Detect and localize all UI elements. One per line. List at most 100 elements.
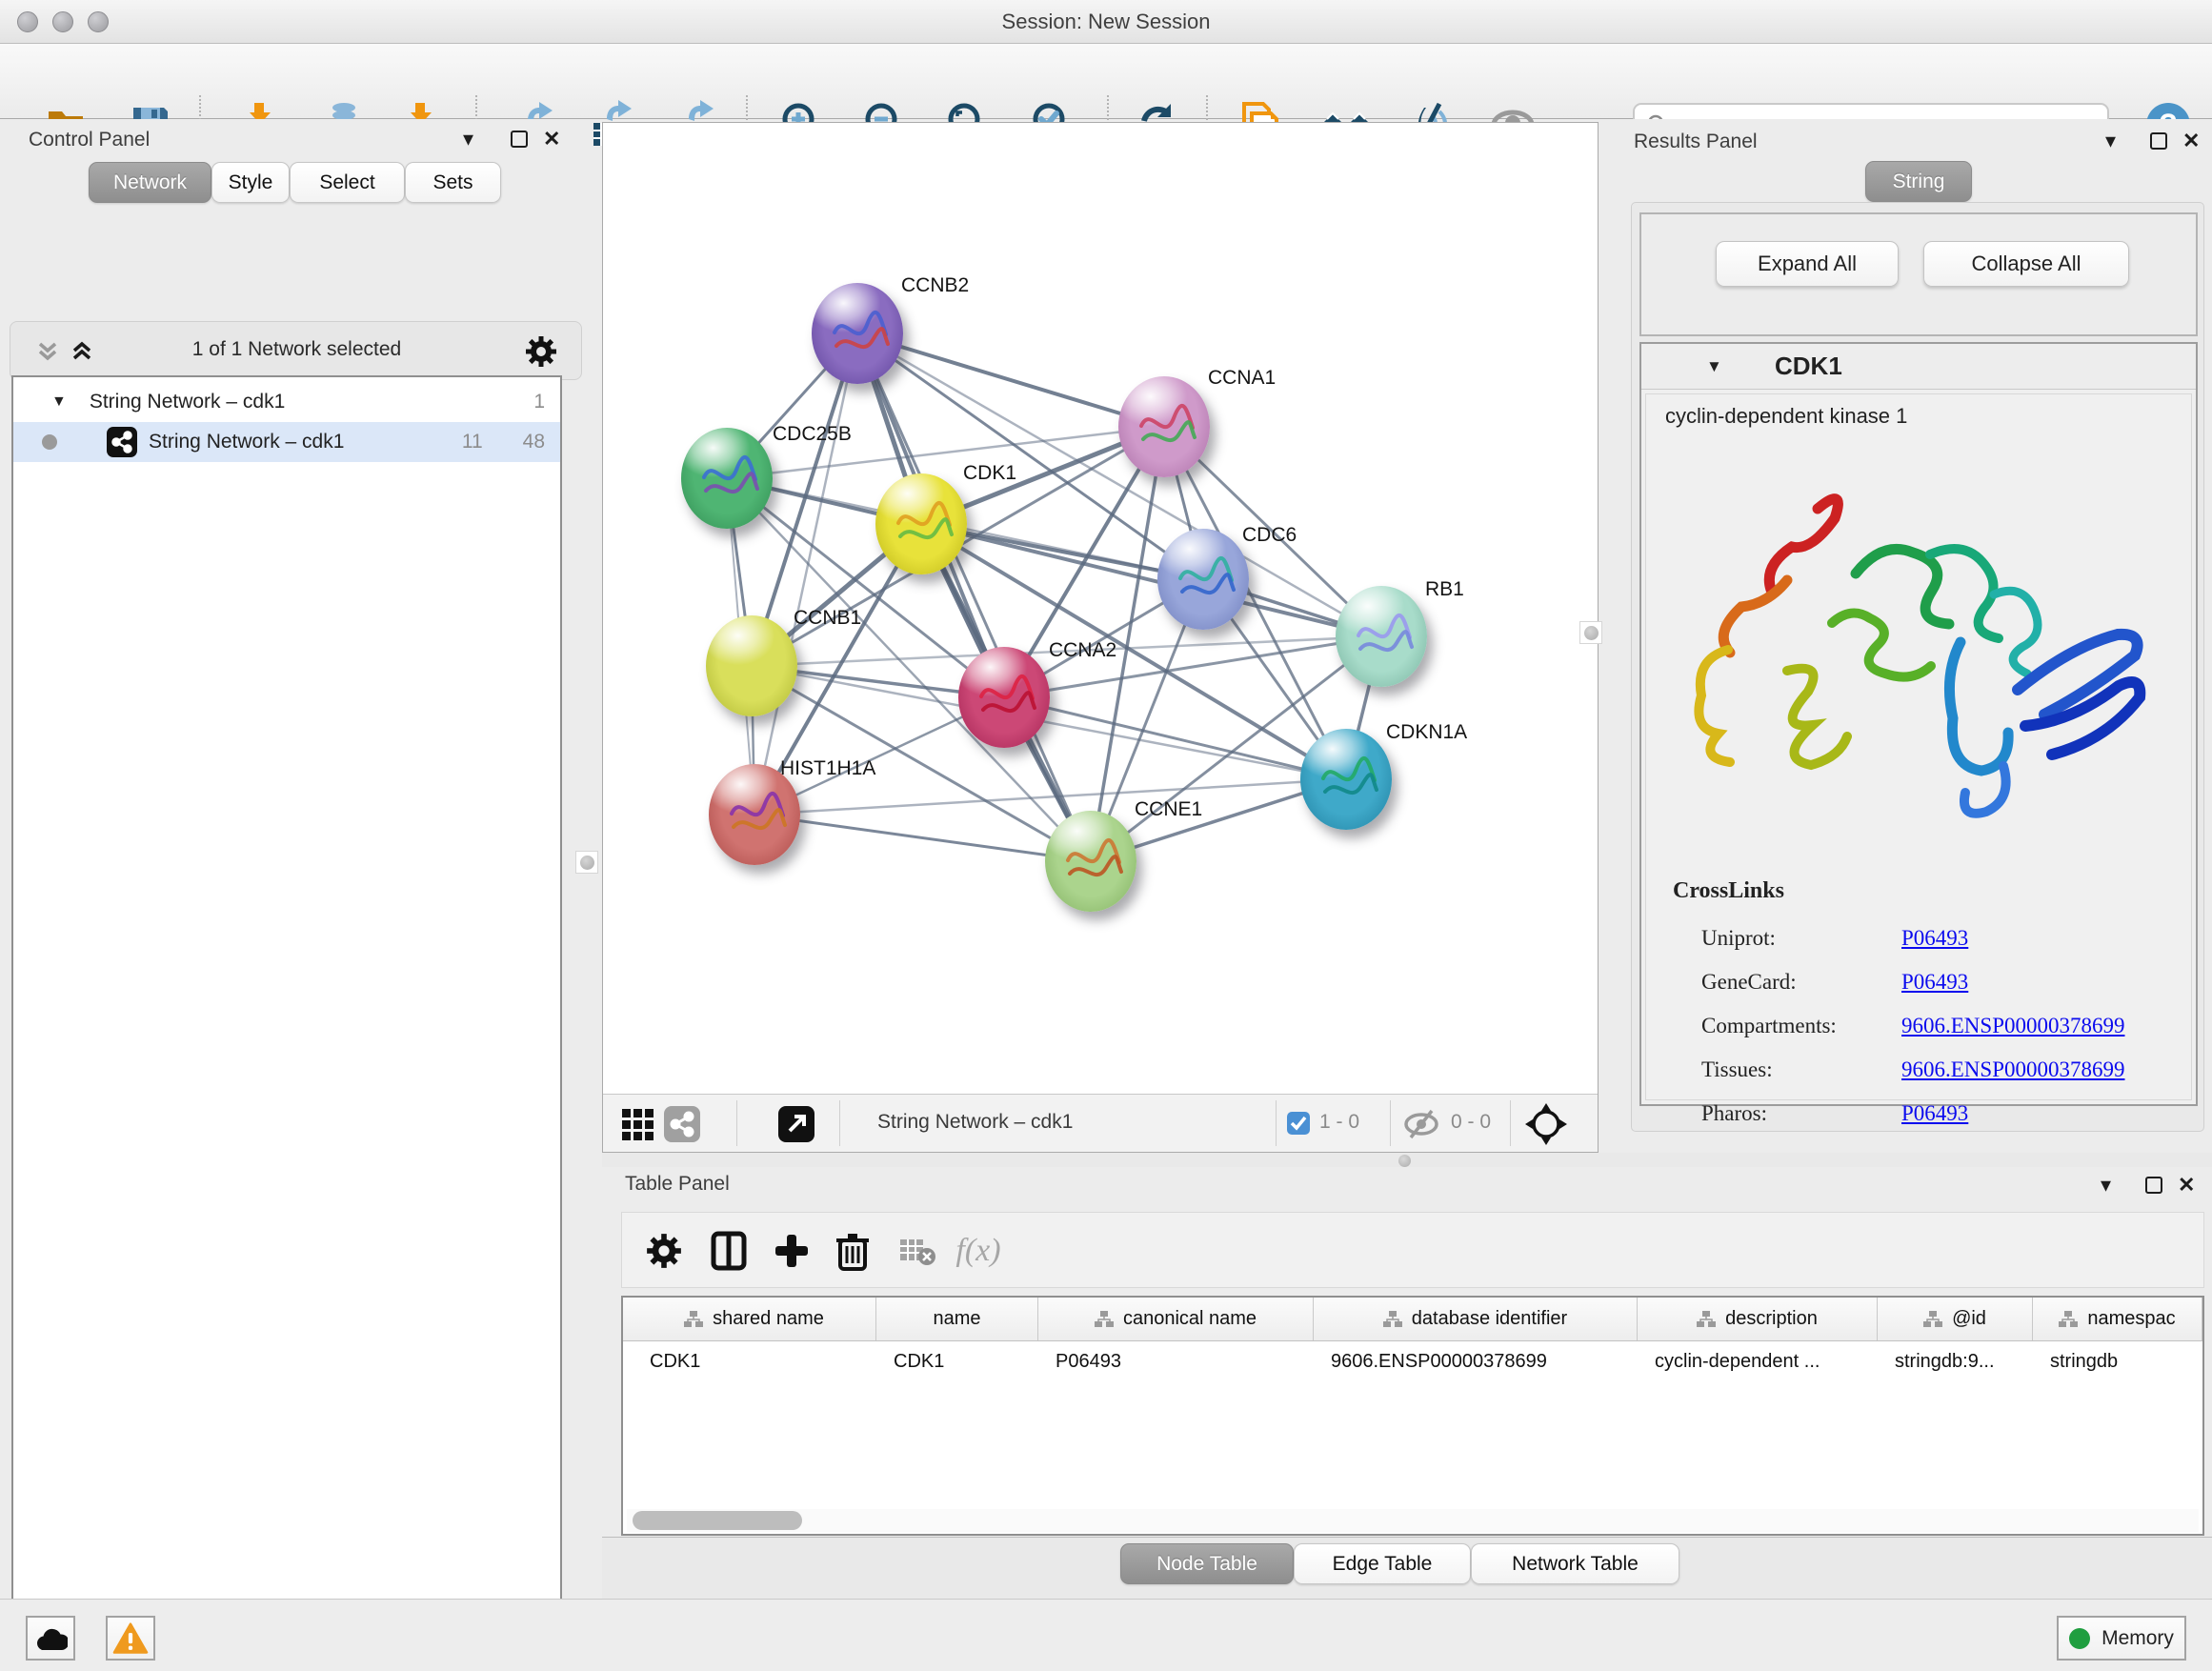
horizontal-scrollbar-thumb[interactable] [633,1511,802,1530]
tab-edge-table[interactable]: Edge Table [1294,1543,1471,1584]
column-header-database-identifier[interactable]: database identifier [1314,1298,1638,1340]
right-splitter-grip[interactable] [1579,621,1602,644]
network-node-cdkn1a[interactable] [1300,729,1392,830]
hidden-count-badge: 0 - 0 [1451,1111,1491,1134]
detach-view-icon[interactable] [778,1106,814,1142]
table-cell[interactable]: 9606.ENSP00000378699 [1314,1341,1638,1381]
panel-close-icon[interactable]: ✕ [2178,1173,2195,1198]
network-collection-row[interactable]: ▼ String Network – cdk1 1 [13,382,560,422]
gene-collapse-icon[interactable]: ▼ [1706,357,1722,376]
table-cell[interactable]: P06493 [1038,1341,1314,1381]
table-cell[interactable]: cyclin-dependent ... [1638,1341,1878,1381]
left-splitter-grip[interactable] [575,851,598,874]
crosslink-value[interactable]: P06493 [1901,1101,1968,1126]
delete-column-icon[interactable] [828,1226,877,1276]
column-type-icon [1923,1311,1942,1328]
toolbar-divider [839,1100,840,1146]
crosslink-label: Compartments: [1701,1014,1901,1038]
crosshair-icon[interactable] [1523,1101,1569,1147]
tab-string[interactable]: String [1865,161,1972,202]
table-cell[interactable]: stringdb:9... [1878,1341,2033,1381]
panel-collapse-icon[interactable]: ▾ [2101,1173,2111,1198]
network-options-gear-icon[interactable] [525,335,557,368]
warning-icon [112,1622,149,1655]
network-node-ccnb1[interactable] [706,615,797,716]
crosslink-label: GeneCard: [1701,970,1901,995]
show-columns-icon[interactable] [704,1226,754,1276]
tab-select[interactable]: Select [290,162,405,203]
horizontal-splitter[interactable] [602,1153,2212,1167]
crosslink-value[interactable]: P06493 [1901,970,1968,995]
tab-sets[interactable]: Sets [405,162,501,203]
network-node-cdc6[interactable] [1157,529,1249,630]
add-column-icon[interactable] [767,1226,816,1276]
share-view-icon[interactable] [664,1106,700,1142]
memory-status-dot [2069,1628,2090,1649]
gene-header-row[interactable]: ▼ CDK1 [1641,344,2196,390]
crosslink-value[interactable]: 9606.ENSP00000378699 [1901,1014,2125,1038]
warning-button[interactable] [106,1616,155,1661]
node-label-ccna2: CCNA2 [1049,639,1116,662]
cloud-icon [33,1625,68,1652]
column-header--id[interactable]: @id [1878,1298,2033,1340]
gene-description: cyclin-dependent kinase 1 [1665,404,1907,429]
network-canvas[interactable]: CCNB2CCNA1CDC25BCDK1CDC6RB1CCNB1CCNA2CDK… [603,123,1598,1094]
panel-collapse-icon[interactable]: ▾ [2105,129,2116,153]
network-node-ccna2[interactable] [958,647,1050,748]
expand-all-button[interactable]: Expand All [1716,241,1899,287]
crosslink-value[interactable]: P06493 [1901,926,1968,951]
tab-node-table[interactable]: Node Table [1120,1543,1294,1584]
toolbar-divider [1510,1100,1511,1146]
collapse-all-button[interactable]: Collapse All [1923,241,2129,287]
node-label-cdc6: CDC6 [1242,524,1297,547]
column-header-canonical-name[interactable]: canonical name [1038,1298,1314,1340]
selected-checkbox-icon[interactable] [1287,1112,1310,1135]
column-type-icon [1095,1311,1114,1328]
node-label-cdc25b: CDC25B [773,423,852,446]
column-header-name[interactable]: name [876,1298,1038,1340]
grid-view-icon[interactable] [620,1107,654,1141]
selected-count-badge: 1 - 0 [1319,1111,1359,1134]
tab-network-table[interactable]: Network Table [1471,1543,1679,1584]
node-label-ccnb1: CCNB1 [794,607,861,630]
network-node-ccna1[interactable] [1118,376,1210,477]
crosslinks-list: Uniprot:P06493GeneCard:P06493Compartment… [1701,916,2178,1136]
network-node-rb1[interactable] [1336,586,1427,687]
table-cell[interactable]: stringdb [2033,1341,2202,1381]
function-builder-icon[interactable]: f(x) [954,1226,1003,1276]
table-header-row: shared namenamecanonical namedatabase id… [623,1298,2202,1341]
network-node-cdc25b[interactable] [681,428,773,529]
column-header-shared-name[interactable]: shared name [633,1298,876,1340]
table-settings-gear-icon[interactable] [639,1226,689,1276]
network-node-ccnb2[interactable] [812,283,903,384]
network-row[interactable]: String Network – cdk1 11 48 [13,422,560,462]
panel-close-icon[interactable]: ✕ [2182,129,2200,153]
network-view-toolbar: String Network – cdk1 1 - 0 0 - 0 [603,1094,1598,1152]
horizontal-splitter-grip[interactable] [1398,1155,1411,1167]
panel-close-icon[interactable]: ✕ [543,127,560,151]
column-header-description[interactable]: description [1638,1298,1878,1340]
node-label-hist1h1a: HIST1H1A [780,757,875,780]
tree-expand-icon[interactable]: ▼ [51,393,67,411]
panel-float-icon[interactable] [2145,1177,2162,1194]
column-header-namespac[interactable]: namespac [2033,1298,2202,1340]
tab-network[interactable]: Network [89,162,211,203]
protein-ribbon-thumbnail [1118,376,1210,477]
table-cell[interactable]: CDK1 [876,1341,1038,1381]
network-node-ccne1[interactable] [1045,811,1136,912]
panel-float-icon[interactable] [2150,132,2167,150]
tab-style[interactable]: Style [211,162,290,203]
network-node-cdk1[interactable] [875,473,967,574]
delete-table-icon[interactable] [893,1226,942,1276]
panel-collapse-icon[interactable]: ▾ [463,127,473,151]
cloud-button[interactable] [26,1616,75,1661]
crosslink-value[interactable]: 9606.ENSP00000378699 [1901,1057,2125,1082]
control-panel-title: Control Panel [29,129,150,151]
network-view: CCNB2CCNA1CDC25BCDK1CDC6RB1CCNB1CCNA2CDK… [602,122,1599,1153]
memory-button[interactable]: Memory [2057,1616,2186,1661]
protein-ribbon-thumbnail [958,647,1050,748]
protein-ribbon-thumbnail [1157,529,1249,630]
table-cell[interactable]: CDK1 [633,1341,876,1381]
panel-float-icon[interactable] [511,131,528,148]
crosslink-row: Compartments:9606.ENSP00000378699 [1701,1004,2178,1048]
